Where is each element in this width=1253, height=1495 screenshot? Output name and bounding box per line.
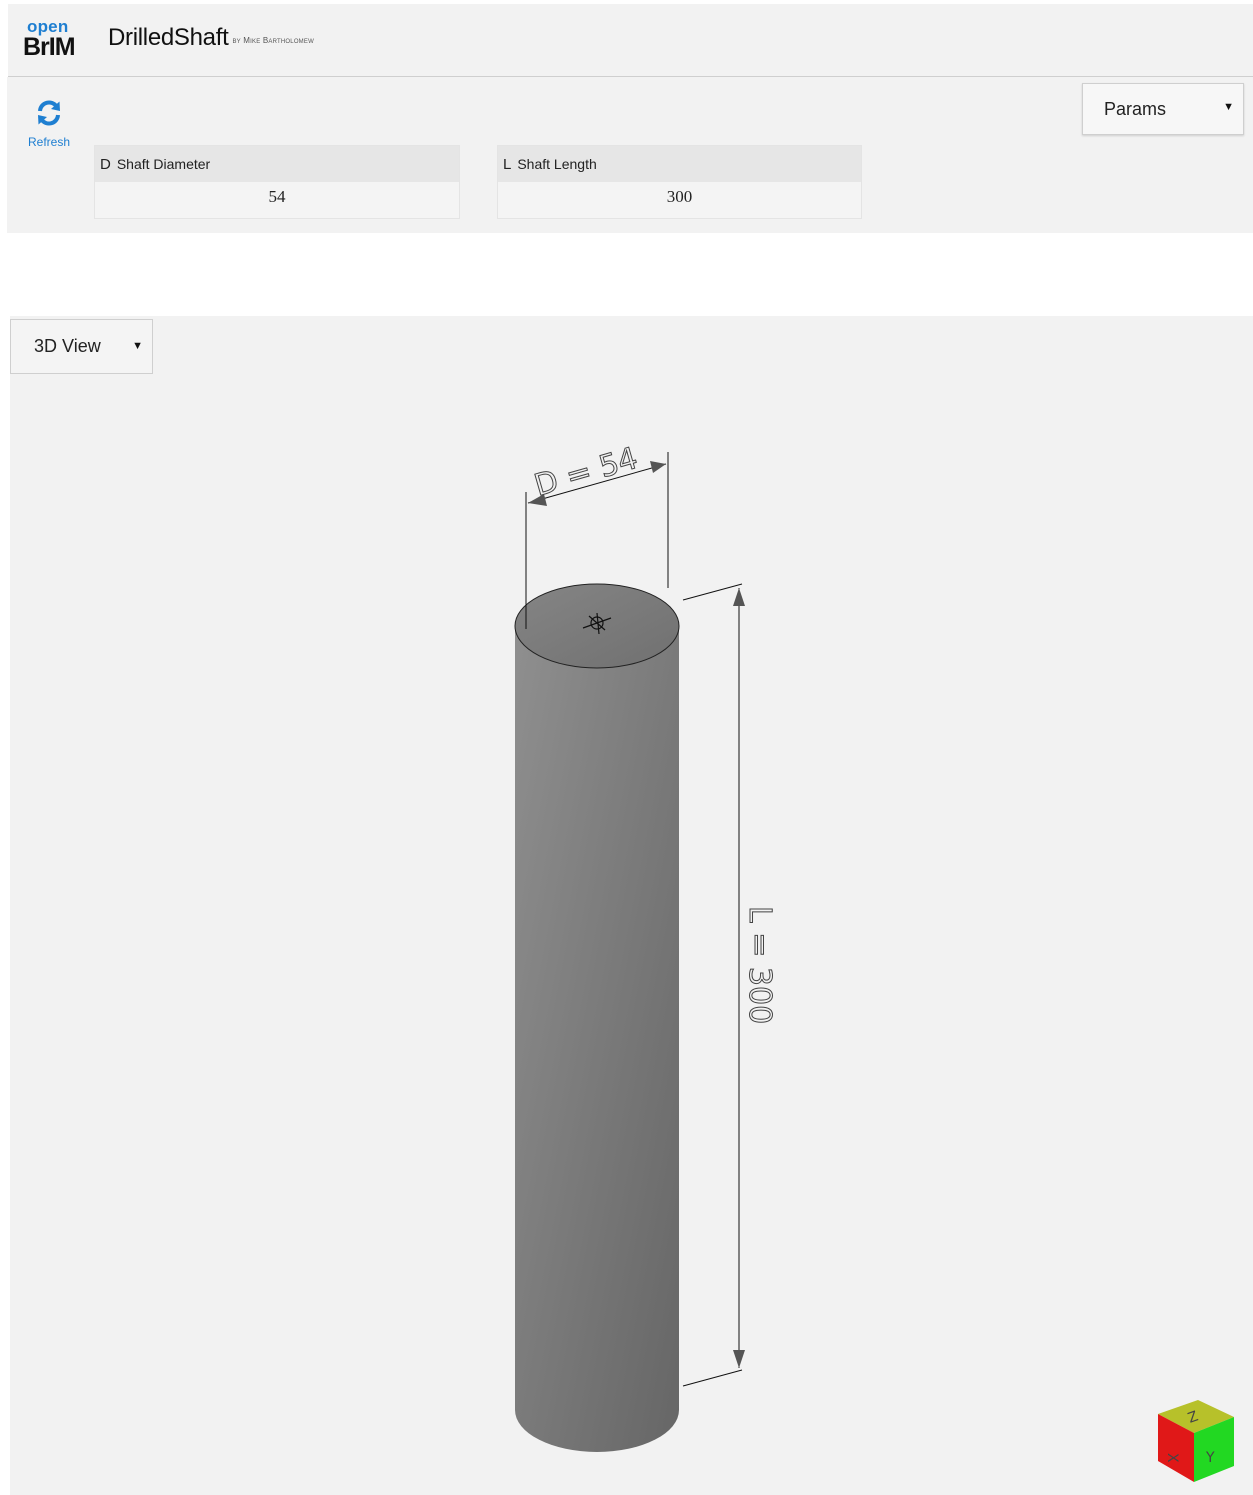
view-mode-dropdown[interactable]: 3D View ▼ [10, 319, 153, 374]
axis-cube[interactable]: Z X Y [1158, 1400, 1234, 1482]
param-label: Shaft Diameter [116, 156, 211, 172]
cube-y-label: Y [1205, 1450, 1215, 1466]
app-header: open BrIM DrilledShaft by Mike Bartholome… [8, 4, 1253, 77]
length-dimension-label: L = 300 [742, 906, 777, 1024]
diameter-dimension-label: D = 54 [531, 441, 642, 504]
param-shaft-length: L Shaft Length 300 [497, 145, 862, 219]
caret-down-icon: ▼ [1223, 101, 1234, 113]
shaft-top-cap [514, 583, 680, 669]
refresh-label: Refresh [27, 135, 71, 149]
refresh-button[interactable]: Refresh [23, 99, 75, 153]
logo-brim-text: BrIM [23, 33, 76, 61]
3d-viewport[interactable]: D = 54 L = 300 Z X Y 3D View ▼ [10, 316, 1253, 1495]
param-header: D Shaft Diameter [95, 146, 459, 182]
param-symbol: D [100, 155, 111, 173]
param-symbol: L [503, 155, 512, 173]
param-shaft-diameter: D Shaft Diameter 54 [94, 145, 460, 219]
cube-x-label: X [1164, 1453, 1180, 1463]
app-title: DrilledShaft by Mike Bartholomew [108, 24, 314, 52]
app-title-text: DrilledShaft [108, 24, 229, 51]
app-author: by Mike Bartholomew [232, 36, 314, 45]
length-dimension [682, 583, 745, 1387]
shaft-diameter-input[interactable]: 54 [95, 182, 459, 216]
openbrim-logo[interactable]: open BrIM [23, 18, 83, 62]
params-panel: Refresh D Shaft Diameter 54 L Shaft Leng… [7, 77, 1253, 233]
caret-down-icon: ▼ [132, 340, 143, 352]
params-dropdown[interactable]: Params ▼ [1082, 83, 1244, 135]
shaft-body [515, 626, 679, 1452]
drilled-shaft[interactable] [514, 583, 680, 1452]
view-mode-label: 3D View [34, 336, 101, 356]
params-dropdown-label: Params [1104, 98, 1167, 119]
shaft-length-input[interactable]: 300 [498, 182, 861, 216]
param-label: Shaft Length [517, 156, 597, 172]
param-header: L Shaft Length [498, 146, 861, 182]
viewport-canvas[interactable]: D = 54 L = 300 Z X Y [10, 316, 1253, 1495]
refresh-icon [38, 100, 60, 126]
